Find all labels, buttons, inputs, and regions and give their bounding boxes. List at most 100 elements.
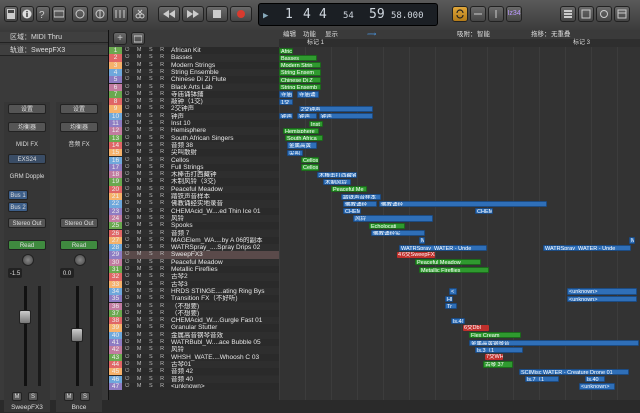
region[interactable]: Inst bbox=[309, 120, 323, 127]
track-row[interactable]: 44 ⏻ M S R 古琴01 bbox=[109, 360, 279, 369]
region[interactable]: ls.40 bbox=[585, 376, 605, 383]
add-track-button[interactable]: + bbox=[113, 32, 127, 45]
track-mute-solo-record[interactable]: ⏻ M S R bbox=[125, 113, 167, 120]
track-folder-icon[interactable] bbox=[131, 32, 145, 45]
track-mute-solo-record[interactable]: ⏻ M S R bbox=[125, 69, 167, 76]
region[interactable]: Chinese Di Z bbox=[279, 76, 321, 83]
track-mute-solo-record[interactable]: ⏻ M S R bbox=[125, 295, 167, 302]
scissors-icon[interactable] bbox=[132, 6, 148, 22]
track-mute-solo-record[interactable]: ⏻ M S R bbox=[125, 91, 167, 98]
region[interactable]: 1交 bbox=[279, 98, 293, 105]
track-row[interactable]: 7 ⏻ M S R 寺庙诵钵鋪 bbox=[109, 90, 279, 99]
pan-knob[interactable] bbox=[22, 254, 34, 266]
edit-menu[interactable]: 编辑 bbox=[283, 30, 296, 39]
region[interactable]: SCIMisc WATER - Creature Drone 01 bbox=[519, 368, 629, 375]
track-mute-solo-record[interactable]: ⏻ M S R bbox=[125, 303, 167, 310]
record-button[interactable] bbox=[230, 6, 252, 22]
track-row[interactable]: 20 ⏻ M S R Peaceful Meadow bbox=[109, 185, 279, 193]
track-row[interactable]: 36 ⏻ M S R （不想要) bbox=[109, 302, 279, 310]
track-row[interactable]: 30 ⏻ M S R Peaceful Meadow bbox=[109, 258, 279, 266]
track-mute-solo-record[interactable]: ⏻ M S R bbox=[125, 237, 167, 244]
quick-help-icon[interactable]: ? bbox=[36, 6, 50, 22]
eq-button[interactable]: 均衡器 bbox=[60, 122, 98, 132]
track-mute-solo-record[interactable]: ⏻ M S R bbox=[125, 54, 167, 61]
toolbar-icon[interactable] bbox=[52, 6, 66, 22]
track-row[interactable]: 14 ⏻ M S R 音频 38 bbox=[109, 141, 279, 150]
track-mute-solo-record[interactable]: ⏻ M S R bbox=[125, 230, 167, 237]
region[interactable]: Afric bbox=[279, 47, 293, 54]
replace-button[interactable] bbox=[470, 6, 486, 22]
stop-button[interactable] bbox=[206, 6, 228, 22]
track-row[interactable]: 15 ⏻ M S R 尖叫散射 bbox=[109, 149, 279, 157]
track-mute-solo-record[interactable]: ⏻ M S R bbox=[125, 244, 167, 251]
region[interactable]: Basses bbox=[279, 54, 317, 62]
list-editors-icon[interactable] bbox=[560, 6, 576, 22]
track-mute-solo-record[interactable]: ⏻ M S R bbox=[125, 332, 167, 339]
region[interactable]: <unknown> bbox=[579, 383, 615, 390]
track-mute-solo-record[interactable]: ⏻ M S R bbox=[125, 310, 167, 317]
smart-controls-icon[interactable] bbox=[72, 6, 88, 22]
track-row[interactable]: 43 ⏻ M S R WHSH_WATE....Whoosh C 03 bbox=[109, 353, 279, 361]
region[interactable]: Peaceful Meadow bbox=[415, 259, 481, 266]
region[interactable]: String Ensem bbox=[279, 69, 321, 76]
track-row[interactable]: 37 ⏻ M S R （不想要) bbox=[109, 309, 279, 318]
region[interactable]: Echolocati bbox=[369, 222, 405, 229]
track-row[interactable]: 16 ⏻ M S R Cellos bbox=[109, 156, 279, 164]
audio-fx-slot[interactable]: GRM Dopple bbox=[8, 172, 46, 182]
track-mute-solo-record[interactable]: ⏻ M S R bbox=[125, 354, 167, 361]
automation-mode[interactable]: Read bbox=[8, 240, 46, 250]
region[interactable]: 寺庙 bbox=[279, 91, 293, 98]
track-row[interactable]: 8 ⏻ M S R 敲钟（1交) bbox=[109, 98, 279, 106]
setting-button[interactable]: 设置 bbox=[60, 104, 98, 114]
track-row[interactable]: 42 ⏻ M S R 风铃 bbox=[109, 346, 279, 354]
track-mute-solo-record[interactable]: ⏻ M S R bbox=[125, 142, 167, 149]
track-row[interactable]: 2 ⏻ M S R Basses bbox=[109, 54, 279, 62]
region[interactable]: 钟声 bbox=[297, 113, 317, 120]
region[interactable]: 古琴 37 bbox=[483, 361, 513, 368]
region[interactable]: 风铃 bbox=[353, 215, 433, 222]
editors-icon[interactable] bbox=[112, 6, 128, 22]
track-mute-solo-record[interactable]: ⏻ M S R bbox=[125, 193, 167, 200]
track-mute-solo-record[interactable]: ⏻ M S R bbox=[125, 164, 167, 171]
flex-icon[interactable]: ⟿ bbox=[367, 30, 376, 39]
loop-browser-icon[interactable] bbox=[596, 6, 612, 22]
volume-fader[interactable] bbox=[71, 328, 83, 342]
notepad-icon[interactable] bbox=[578, 6, 594, 22]
region[interactable]: < bbox=[449, 288, 457, 295]
count-in-badge[interactable]: Iz34 bbox=[506, 6, 522, 22]
region[interactable]: String Ensemb bbox=[279, 84, 321, 91]
region[interactable]: Metallic Fireflies bbox=[419, 266, 489, 273]
track-mute-solo-record[interactable]: ⏻ M S R bbox=[125, 383, 167, 390]
drag-select[interactable]: 无重叠 bbox=[551, 30, 571, 39]
track-mute-solo-record[interactable]: ⏻ M S R bbox=[125, 76, 167, 83]
track-row[interactable]: 5 ⏻ M S R Chinese Di Zi Flute bbox=[109, 76, 279, 84]
track-row[interactable]: 19 ⏻ M S R 木制风铃（3交) bbox=[109, 178, 279, 186]
track-row[interactable]: 3 ⏻ M S R Modern Strings bbox=[109, 61, 279, 69]
track-mute-solo-record[interactable]: ⏻ M S R bbox=[125, 200, 167, 207]
track-mute-solo-record[interactable]: ⏻ M S R bbox=[125, 186, 167, 193]
tuner-button[interactable] bbox=[488, 6, 504, 22]
region[interactable]: 木棒击打西藏钟 bbox=[317, 171, 357, 178]
region[interactable]: Cellos bbox=[301, 164, 319, 171]
track-mute-solo-record[interactable]: ⏻ M S R bbox=[125, 266, 167, 273]
region[interactable]: ls.4( bbox=[451, 317, 465, 324]
volume-fader[interactable] bbox=[19, 310, 31, 324]
send-bus-1[interactable]: Bus 1 bbox=[8, 190, 28, 200]
track-row[interactable]: 22 ⏻ M S R 佛教诵经实地录音 bbox=[109, 200, 279, 208]
region[interactable]: CHEM bbox=[343, 208, 361, 215]
track-mute-solo-record[interactable]: ⏻ M S R bbox=[125, 47, 167, 54]
track-row[interactable]: 39 ⏻ M S R Granular Stutter bbox=[109, 324, 279, 332]
track-row[interactable]: 26 ⏻ M S R 音频 7 bbox=[109, 229, 279, 237]
track-row[interactable]: 41 ⏻ M S R WATRBubl_W....ace Bubble 05 bbox=[109, 339, 279, 347]
track-mute-solo-record[interactable]: ⏻ M S R bbox=[125, 339, 167, 346]
region[interactable]: 佛教诵经实 bbox=[371, 230, 425, 237]
track-mute-solo-record[interactable]: ⏻ M S R bbox=[125, 84, 167, 91]
track-mute-solo-record[interactable]: ⏻ M S R bbox=[125, 273, 167, 280]
region[interactable]: 佛教诵经 bbox=[343, 200, 377, 208]
track-row[interactable]: 11 ⏻ M S R Inst 10 bbox=[109, 120, 279, 128]
track-mute-solo-record[interactable]: ⏻ M S R bbox=[125, 376, 167, 383]
region[interactable]: <unknown> bbox=[567, 288, 637, 295]
marker-3[interactable]: 标记 3 bbox=[573, 39, 590, 47]
view-menu[interactable]: 显示 bbox=[325, 30, 338, 39]
region[interactable]: <unknown> bbox=[567, 295, 637, 302]
